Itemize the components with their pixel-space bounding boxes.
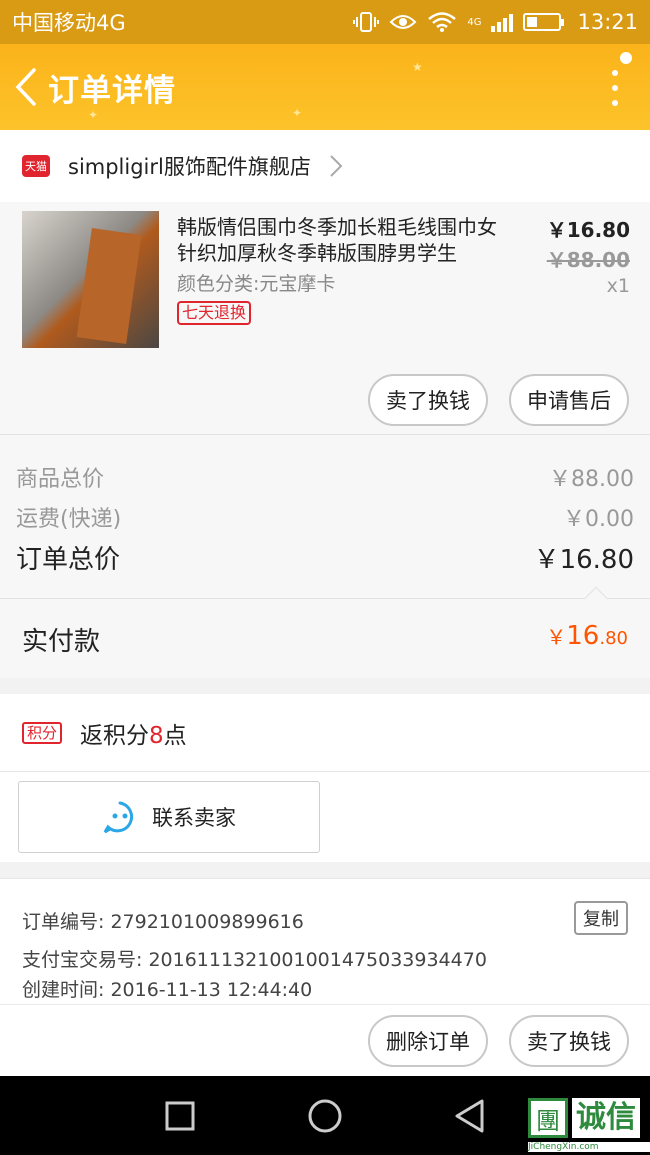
watermark-url: JiChengXin.com: [528, 1142, 650, 1152]
carrier-label: 中国移动4G: [12, 11, 126, 35]
delete-order-button[interactable]: 删除订单: [368, 1015, 488, 1067]
status-bar: 中国移动4G 4G 13:21: [0, 0, 650, 44]
chat-bot-icon: [103, 801, 134, 834]
order-total-label: 订单总价: [16, 545, 121, 575]
points-badge: 积分: [22, 721, 63, 744]
order-item[interactable]: 韩版情侣围巾冬季加长粗毛线围巾女针织加厚秋冬季韩版围脖男学生 颜色分类:元宝摩卡…: [0, 202, 650, 434]
more-menu-icon[interactable]: [610, 70, 620, 106]
order-total-value: ￥16.80: [533, 545, 634, 575]
shipping-label: 运费(快递): [16, 507, 122, 532]
recent-apps-icon[interactable]: [160, 1096, 200, 1136]
goods-total-label: 商品总价: [16, 467, 105, 492]
return-policy-badge: 七天退换: [177, 301, 252, 325]
shipping-row: 运费(快递) ￥0.00: [16, 501, 634, 533]
paid-decimal: .80: [599, 628, 628, 649]
points-suffix: 点: [163, 722, 187, 749]
order-info: 订单编号: 2792101009899616 支付宝交易号: 201611132…: [0, 878, 650, 1004]
product-quantity: x1: [606, 275, 630, 297]
product-price: ￥16.80: [546, 218, 630, 242]
paid-amount-row: 实付款 ￥16.80: [0, 586, 650, 678]
points-text: 返积分8点: [80, 716, 187, 750]
shipping-value: ￥0.00: [563, 507, 634, 532]
order-number: 订单编号: 2792101009899616: [22, 911, 304, 933]
page-title: 订单详情: [48, 72, 176, 109]
order-total-row: 订单总价 ￥16.80: [16, 539, 634, 576]
back-button[interactable]: [4, 44, 48, 130]
eye-icon: [389, 15, 417, 29]
sell-button-bottom[interactable]: 卖了换钱: [509, 1015, 629, 1067]
points-prefix: 返积分: [80, 722, 150, 749]
paid-integer: 16: [566, 621, 600, 651]
back-nav-icon[interactable]: [450, 1096, 490, 1136]
goods-total-row: 商品总价 ￥88.00: [16, 461, 634, 493]
points-value: 8: [149, 722, 164, 749]
contact-seller-button[interactable]: 联系卖家: [18, 781, 320, 853]
paid-value: ￥16.80: [546, 621, 628, 651]
contact-area: 联系卖家: [0, 772, 650, 862]
shop-row[interactable]: 天猫 simpligirl服饰配件旗舰店: [0, 130, 650, 202]
paid-label: 实付款: [22, 627, 101, 657]
network-type: 4G: [467, 16, 482, 28]
copy-button[interactable]: 复制: [574, 901, 628, 935]
bottom-action-bar: 删除订单 卖了换钱: [0, 1004, 650, 1076]
watermark-text: 诚信: [572, 1098, 640, 1138]
watermark-logo: 團 诚信 JiChengXin.com: [528, 1098, 650, 1155]
watermark-seal-icon: 團: [528, 1098, 568, 1138]
sell-button[interactable]: 卖了换钱: [368, 374, 488, 426]
app-header: ★ ✦ ✦ 订单详情: [0, 44, 650, 130]
sparkle-decoration: ★: [412, 60, 423, 74]
tmall-icon: 天猫: [22, 155, 50, 177]
signal-icon: [491, 12, 514, 32]
price-summary: 商品总价 ￥88.00 运费(快递) ￥0.00 订单总价 ￥16.80: [0, 434, 650, 598]
product-attribute: 颜色分类:元宝摩卡: [177, 273, 336, 295]
points-row: 积分 返积分8点: [0, 694, 650, 772]
contact-seller-label: 联系卖家: [152, 806, 236, 830]
after-sales-button[interactable]: 申请售后: [509, 374, 629, 426]
product-title[interactable]: 韩版情侣围巾冬季加长粗毛线围巾女针织加厚秋冬季韩版围脖男学生: [177, 214, 512, 266]
home-icon[interactable]: [305, 1096, 345, 1136]
currency-symbol: ￥: [546, 625, 567, 649]
created-time: 创建时间: 2016-11-13 12:44:40: [22, 979, 313, 1001]
vibrate-icon: [353, 12, 380, 32]
notification-dot: [620, 52, 632, 64]
original-price: ￥88.00: [546, 248, 630, 272]
sparkle-decoration: ✦: [88, 108, 99, 122]
alipay-trade-number: 支付宝交易号: 2016111321001001475033934470: [22, 949, 487, 971]
status-icons: 4G: [353, 11, 565, 33]
shop-name[interactable]: simpligirl服饰配件旗舰店: [68, 151, 311, 181]
battery-icon: [523, 13, 565, 31]
wifi-icon: [428, 12, 457, 32]
chevron-left-icon: [15, 68, 36, 106]
goods-total-value: ￥88.00: [549, 467, 634, 492]
clock: 13:21: [577, 10, 638, 34]
product-image[interactable]: [22, 211, 159, 348]
chevron-right-icon: [330, 155, 343, 177]
sparkle-decoration: ✦: [292, 106, 303, 120]
